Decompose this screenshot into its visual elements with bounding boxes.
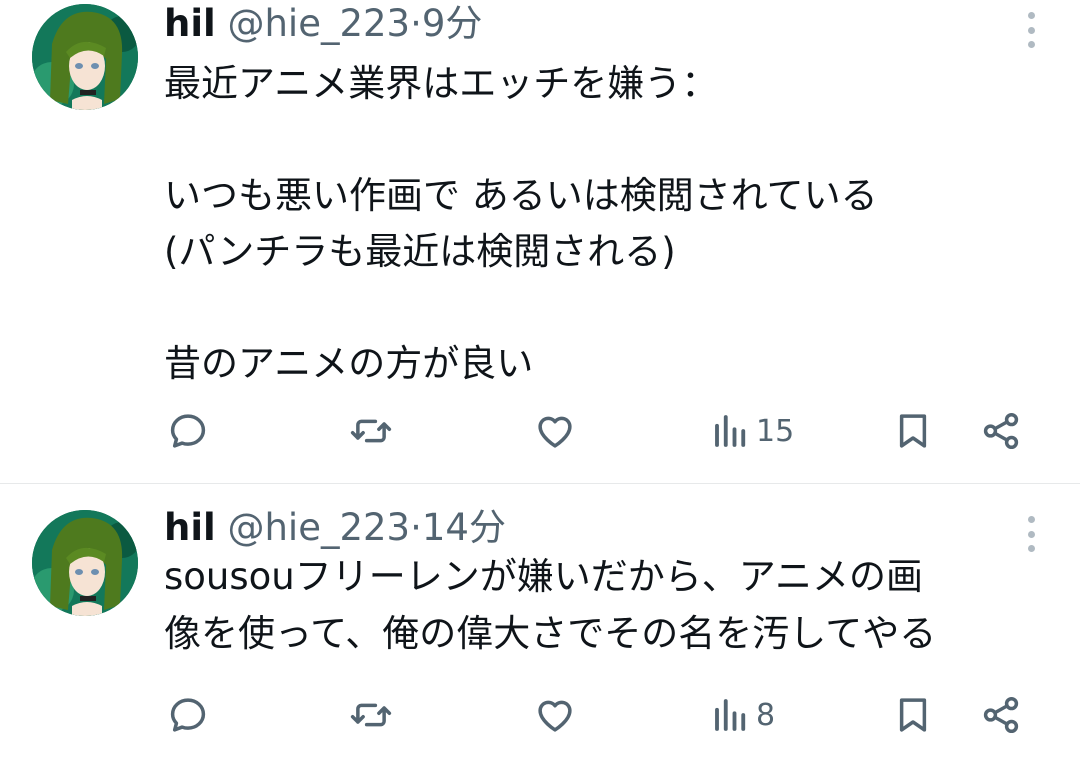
views-button[interactable]: 8 [710, 690, 775, 740]
user-handle[interactable]: @hie_223 [227, 2, 410, 45]
tweet-text-line: 最近アニメ業界はエッチを嫌う： [164, 62, 719, 105]
avatar[interactable] [32, 510, 138, 616]
bookmark-icon [899, 698, 927, 732]
separator-dot: · [410, 506, 422, 549]
retweet-button[interactable] [350, 690, 392, 740]
share-button[interactable] [980, 690, 1022, 740]
tweet-text-line: (パンチラも最近は検閲される) [164, 230, 676, 273]
tweet-text-line [164, 112, 1044, 168]
reply-button[interactable] [167, 406, 209, 456]
views-chart-icon [715, 415, 746, 447]
tweet-header: hil @hie_223·9分 [164, 2, 482, 46]
share-icon [983, 696, 1019, 734]
share-icon [983, 412, 1019, 450]
tweet[interactable]: hil @hie_223·9分 最近アニメ業界はエッチを嫌う： いつも悪い作画で… [0, 0, 1080, 484]
like-button[interactable] [534, 406, 576, 456]
timestamp[interactable]: 9分 [422, 2, 483, 45]
retweet-icon [350, 703, 392, 727]
tweet-header: hil @hie_223·14分 [164, 506, 506, 550]
more-vertical-icon[interactable] [1026, 12, 1036, 48]
tweet-text-line: 像を使って、俺の偉大さでその名を汚してやる [164, 612, 937, 655]
avatar[interactable] [32, 4, 138, 110]
views-button[interactable]: 15 [710, 406, 794, 456]
heart-icon [538, 700, 572, 732]
tweet-text: sousouフリーレンが嫌いだから、アニメの画 像を使って、俺の偉大さでその名を… [164, 548, 1044, 662]
retweet-icon [350, 419, 392, 443]
bookmark-icon [899, 414, 927, 448]
views-chart-icon [715, 699, 746, 731]
tweet-text-line: いつも悪い作画で あるいは検閲されている [164, 174, 878, 217]
views-count: 8 [756, 697, 776, 733]
user-handle[interactable]: @hie_223 [227, 506, 410, 549]
action-bar: 8 [0, 690, 1080, 740]
bookmark-button[interactable] [892, 690, 934, 740]
display-name[interactable]: hil [164, 506, 216, 549]
tweet-text-line: sousouフリーレンが嫌いだから、アニメの画 [164, 555, 923, 598]
share-button[interactable] [980, 406, 1022, 456]
retweet-button[interactable] [350, 406, 392, 456]
tweet-text-line: 昔のアニメの方が良い [164, 342, 534, 385]
separator-dot: · [410, 2, 422, 45]
bookmark-button[interactable] [892, 406, 934, 456]
reply-icon [170, 414, 206, 448]
display-name[interactable]: hil [164, 2, 216, 45]
tweet-text-line [164, 280, 1044, 336]
reply-icon [170, 698, 206, 732]
more-vertical-icon[interactable] [1026, 516, 1036, 552]
like-button[interactable] [534, 690, 576, 740]
views-count: 15 [756, 413, 795, 449]
reply-button[interactable] [167, 690, 209, 740]
tweet[interactable]: hil @hie_223·14分 sousouフリーレンが嫌いだから、アニメの画… [0, 484, 1080, 769]
timestamp[interactable]: 14分 [422, 506, 506, 549]
action-bar: 15 [0, 406, 1080, 456]
heart-icon [538, 416, 572, 448]
tweet-text: 最近アニメ業界はエッチを嫌う： いつも悪い作画で あるいは検閲されている (パン… [164, 56, 1044, 392]
